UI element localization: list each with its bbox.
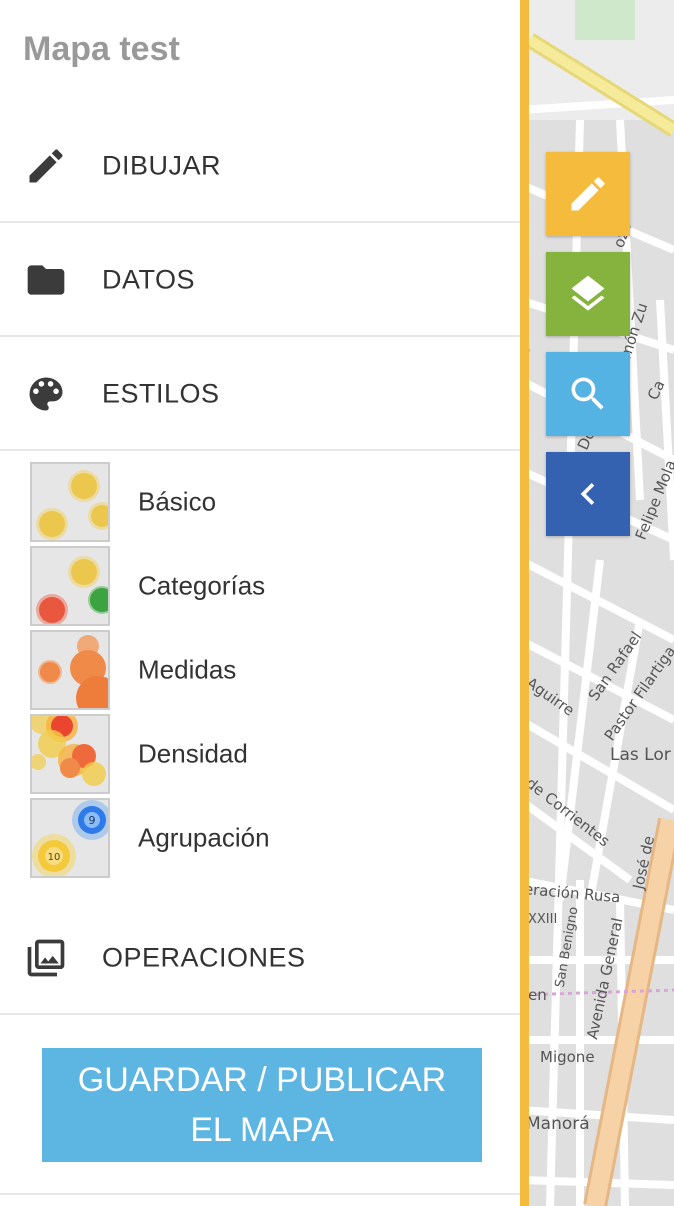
- save-publish-map-button[interactable]: GUARDAR / PUBLICAR EL MAPA: [42, 1048, 482, 1162]
- categories-style-thumbnail: [30, 546, 110, 626]
- menu-item-label: DATOS: [102, 264, 196, 294]
- map-street-label: Manorá: [526, 1114, 590, 1134]
- page-title: Mapa test: [23, 30, 180, 68]
- folder-icon: [24, 258, 68, 302]
- draw-button[interactable]: [546, 152, 630, 236]
- menu-item-label: OPERACIONES: [102, 942, 306, 972]
- menu-item-label: ESTILOS: [102, 378, 220, 408]
- style-option-medidas[interactable]: Medidas: [30, 630, 500, 710]
- panel-divider[interactable]: [520, 0, 529, 1206]
- style-option-label: Básico: [138, 486, 217, 517]
- cluster-count-label: 9: [89, 814, 96, 827]
- search-button[interactable]: [546, 352, 630, 436]
- menu-item-dibujar[interactable]: DIBUJAR: [0, 110, 520, 223]
- menu-item-operaciones[interactable]: OPERACIONES: [0, 902, 520, 1015]
- map-street-label: Las Lor: [610, 745, 671, 765]
- style-option-densidad[interactable]: Densidad: [30, 714, 500, 794]
- style-option-label: Densidad: [138, 738, 248, 769]
- chevron-left-icon: [580, 483, 595, 505]
- collapse-panel-button[interactable]: [546, 452, 630, 536]
- publish-button-line1: GUARDAR / PUBLICAR: [77, 1061, 447, 1099]
- pencil-icon: [24, 144, 68, 188]
- pencil-icon: [571, 177, 605, 211]
- palette-icon: [24, 372, 68, 416]
- photo-library-icon: [24, 936, 68, 980]
- basic-style-thumbnail: [30, 462, 110, 542]
- menu-item-label: DIBUJAR: [102, 150, 222, 180]
- map-street-label: Migone: [540, 1048, 595, 1066]
- map-street-label: XXIII: [528, 912, 558, 927]
- cluster-count-label: 10: [48, 852, 61, 863]
- style-option-basico[interactable]: Básico: [30, 462, 500, 542]
- divider-line: [0, 1193, 520, 1195]
- menu-item-estilos[interactable]: ESTILOS: [0, 338, 520, 451]
- clustering-style-thumbnail: 9 10: [30, 798, 110, 878]
- menu-item-datos[interactable]: DATOS: [0, 224, 520, 337]
- density-style-thumbnail: [30, 714, 110, 794]
- style-option-label: Medidas: [138, 654, 237, 685]
- map-street-label: en: [528, 986, 547, 1004]
- style-option-categorias[interactable]: Categorías: [30, 546, 500, 626]
- layers-icon: [571, 275, 605, 311]
- measures-style-thumbnail: [30, 630, 110, 710]
- layers-button[interactable]: [546, 252, 630, 336]
- style-option-agrupacion[interactable]: 9 10 Agrupación: [30, 798, 500, 878]
- style-option-label: Categorías: [138, 570, 266, 601]
- search-icon: [571, 377, 604, 410]
- style-option-label: Agrupación: [138, 822, 270, 853]
- sidebar-panel: Mapa test DIBUJAR DATOS ESTILOS Básico C…: [0, 0, 520, 1206]
- publish-button-line2: EL MAPA: [190, 1111, 334, 1149]
